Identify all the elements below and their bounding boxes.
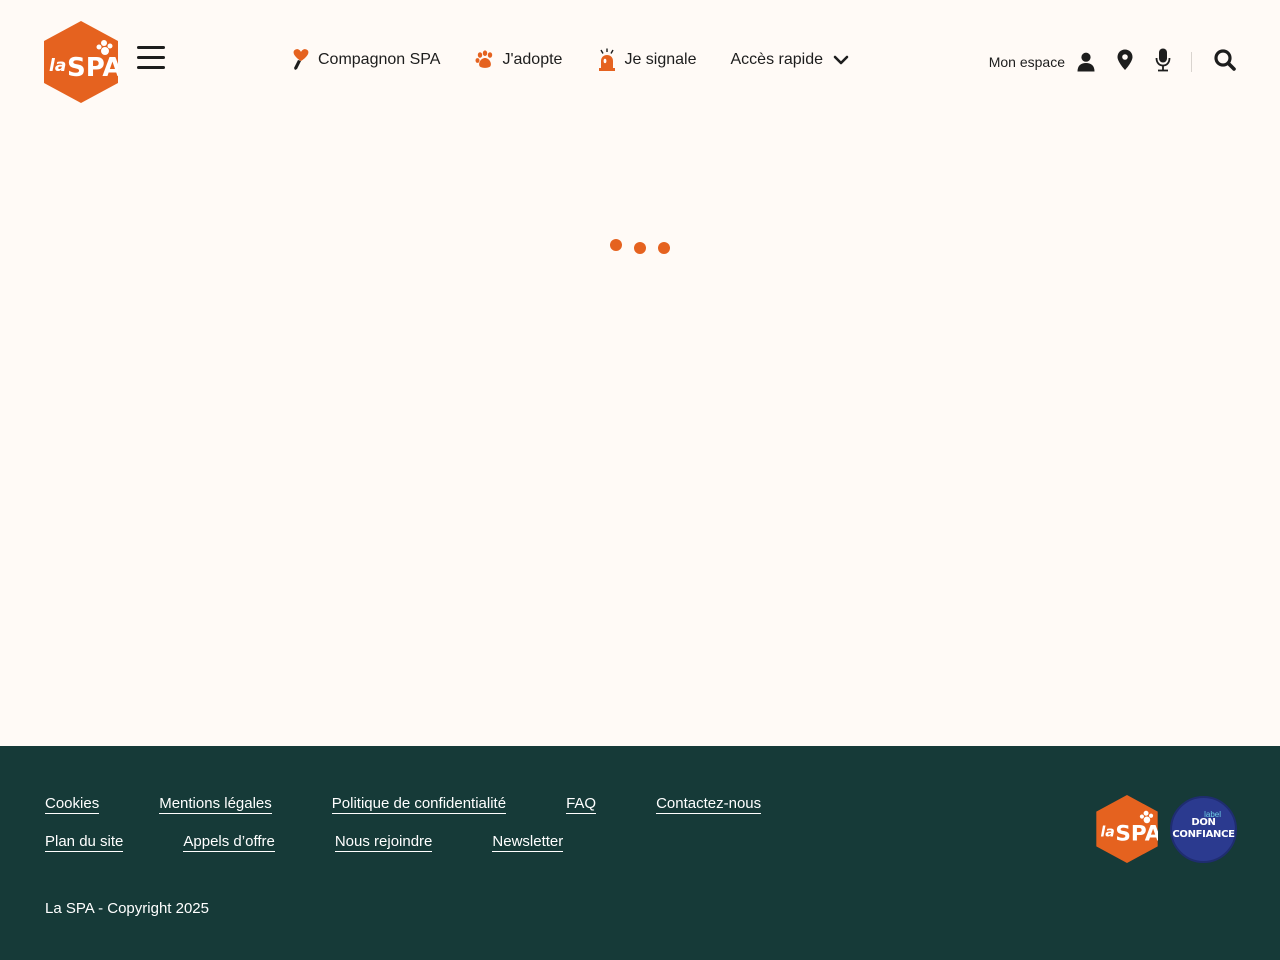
footer-links: Cookies Mentions légales Politique de co… [45,794,762,852]
la-spa-logo[interactable]: la SPA [44,21,118,103]
tools-divider [1191,52,1192,72]
nav-j-adopte[interactable]: J'adopte [474,48,562,72]
footer-link-newsletter[interactable]: Newsletter [492,833,564,852]
site-footer: Cookies Mentions légales Politique de co… [0,746,1280,960]
loading-dot [634,242,646,254]
store-locator-button[interactable] [1117,49,1133,76]
loading-dot [658,242,670,254]
heart-pen-icon [290,48,312,72]
footer-link-cookies[interactable]: Cookies [45,795,100,814]
burger-line [137,66,165,69]
search-button[interactable] [1214,48,1236,76]
nav-label: Je signale [624,51,697,68]
podcast-button[interactable] [1155,48,1171,77]
svg-text:SPA: SPA [1115,822,1158,847]
account-link[interactable]: Mon espace [989,52,1095,72]
search-icon [1214,48,1236,76]
footer-links-row: Plan du site Appels d’offre Nous rejoind… [45,832,761,852]
footer-link-plan-du-site[interactable]: Plan du site [45,833,124,852]
svg-text:la: la [49,56,66,76]
site-header: la SPA Compagnon SPA J'adopte Je signale… [0,0,1280,120]
footer-link-contactez-nous[interactable]: Contactez-nous [656,795,762,814]
footer-link-nous-rejoindre[interactable]: Nous rejoindre [334,833,433,852]
header-tools: Mon espace [989,46,1236,78]
nav-je-signale[interactable]: Je signale [596,48,697,72]
footer-link-politique-confidentialite[interactable]: Politique de confidentialité [331,795,507,814]
account-label: Mon espace [988,54,1065,70]
map-pin-icon [1117,49,1133,76]
menu-burger-icon[interactable] [136,44,166,72]
main-nav: Compagnon SPA J'adopte Je signale Accès … [290,42,849,78]
footer-logos: la SPA label DON CONFIANCE [1096,795,1237,863]
nav-label: Accès rapide [730,51,824,68]
svg-text:SPA: SPA [67,53,118,83]
badge-small-label: label [1204,809,1221,819]
alarm-light-icon [596,48,618,72]
paw-icon [474,48,496,72]
badge-line-1: DON [1191,817,1216,828]
chevron-down-icon [833,54,849,66]
nav-acces-rapide[interactable]: Accès rapide [731,51,850,69]
microphone-icon [1155,48,1171,77]
svg-text:la: la [1100,824,1114,840]
nav-compagnon-spa[interactable]: Compagnon SPA [290,48,440,72]
loading-indicator [608,238,672,258]
don-confiance-badge[interactable]: label DON CONFIANCE [1170,795,1237,863]
footer-links-row: Cookies Mentions légales Politique de co… [45,794,762,814]
burger-line [137,46,165,49]
la-spa-logo-mark: la SPA [1096,795,1162,863]
nav-label: J'adopte [502,51,563,68]
loading-dot [610,239,622,251]
burger-line [137,56,165,59]
footer-link-appels-offre[interactable]: Appels d’offre [183,833,275,852]
copyright-text: La SPA - Copyright 2025 [45,900,209,917]
la-spa-footer-logo[interactable]: la SPA [1096,795,1162,863]
badge-line-2: CONFIANCE [1172,829,1235,840]
footer-link-mentions-legales[interactable]: Mentions légales [159,795,272,814]
footer-link-faq[interactable]: FAQ [566,795,597,814]
la-spa-logo-mark: la SPA [44,21,118,103]
nav-label: Compagnon SPA [318,51,441,68]
user-icon [1077,52,1095,72]
